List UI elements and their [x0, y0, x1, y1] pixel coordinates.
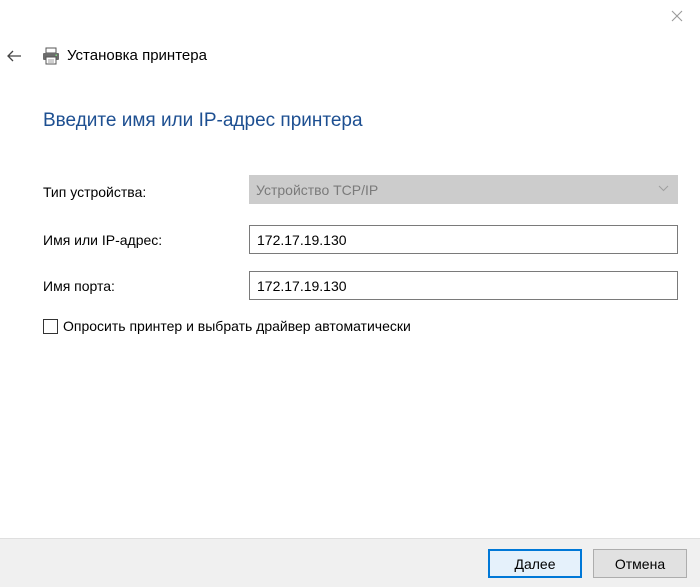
- host-label: Имя или IP-адрес:: [43, 232, 163, 248]
- next-button[interactable]: Далее: [488, 549, 582, 578]
- printer-setup-window: Установка принтера Введите имя или IP-ад…: [0, 0, 700, 587]
- device-type-select: Устройство TCP/IP: [249, 175, 678, 204]
- close-icon: [671, 10, 683, 22]
- query-printer-checkbox[interactable]: [43, 318, 58, 334]
- port-label: Имя порта:: [43, 278, 115, 294]
- close-button[interactable]: [654, 0, 700, 32]
- page-heading: Введите имя или IP-адрес принтера: [43, 110, 363, 131]
- window-title: Установка принтера: [67, 47, 207, 64]
- printer-icon: [43, 47, 59, 65]
- cancel-button[interactable]: Отмена: [593, 549, 687, 578]
- device-type-value: Устройство TCP/IP: [256, 181, 379, 198]
- query-printer-option[interactable]: Опросить принтер и выбрать драйвер автом…: [43, 318, 411, 334]
- back-arrow-icon: [7, 50, 21, 62]
- device-type-label: Тип устройства:: [43, 184, 147, 200]
- host-input[interactable]: [249, 225, 678, 254]
- port-input[interactable]: [249, 271, 678, 300]
- chevron-down-icon: [658, 185, 669, 192]
- query-printer-label: Опросить принтер и выбрать драйвер автом…: [63, 318, 411, 334]
- back-button[interactable]: [2, 44, 26, 68]
